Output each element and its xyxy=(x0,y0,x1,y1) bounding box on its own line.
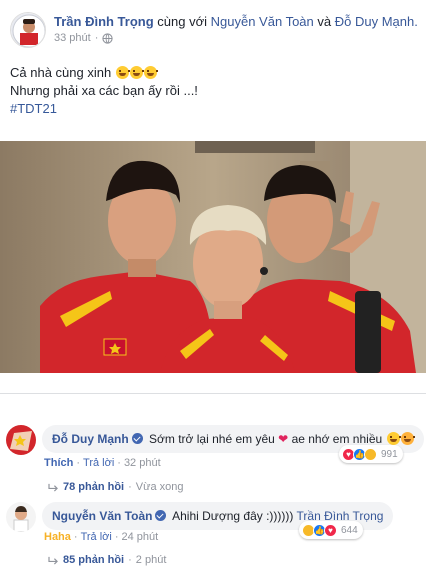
reaction-count: 644 xyxy=(341,524,358,536)
like-comment-link[interactable]: Thích xyxy=(44,457,73,469)
commenter-avatar[interactable] xyxy=(6,502,36,532)
heart-icon: ❤ xyxy=(278,432,289,446)
comment-text: Ahihi Dượng đây :)))))) xyxy=(172,509,294,523)
replies-time: 2 phút xyxy=(135,554,167,566)
post-body: Cả nhà cùng xinh Nhưng phải xa các bạn ấ… xyxy=(10,64,415,118)
love-reaction-icon: ♥ xyxy=(324,523,337,537)
replies-count[interactable]: 78 phản hồi xyxy=(63,481,124,493)
comment-actions: Haha · Trả lời · 24 phút xyxy=(44,531,158,543)
reply-arrow-icon xyxy=(48,483,58,492)
comment-text-before: Sớm trở lại nhé em yêu xyxy=(149,432,275,446)
verified-badge-icon xyxy=(155,510,167,521)
reply-arrow-icon xyxy=(48,556,58,565)
grinning-emoji-icon xyxy=(143,66,158,79)
globe-icon[interactable] xyxy=(102,32,114,44)
meta-dot: · xyxy=(94,32,99,44)
comment-actions: Thích · Trả lời · 32 phút xyxy=(44,457,161,469)
comments-divider xyxy=(0,393,426,394)
author-name[interactable]: Trần Đình Trọng xyxy=(54,14,154,29)
replies-dot: · xyxy=(128,481,132,493)
comment-text-after: ae nhớ em nhiều xyxy=(291,432,383,446)
grinning-emoji-icon xyxy=(129,66,144,79)
replies-row[interactable]: 85 phản hồi · 2 phút xyxy=(48,554,166,566)
reaction-summary[interactable]: 👍 ♥ 644 xyxy=(299,521,363,539)
sep-dot: · xyxy=(73,531,78,543)
with-text: cùng với xyxy=(157,14,208,29)
sep-dot: · xyxy=(76,457,81,469)
verified-badge-icon xyxy=(131,433,143,444)
grinning-emoji-icon xyxy=(115,66,130,79)
commenter-avatar[interactable] xyxy=(6,425,36,455)
tagged-user-2[interactable]: Đỗ Duy Mạnh. xyxy=(335,14,418,29)
comment-item: Nguyễn Văn Toàn Ahihi Dượng đây :)))))) … xyxy=(6,502,416,572)
reaction-count: 991 xyxy=(381,448,398,460)
replies-row[interactable]: 78 phản hồi · Vừa xong xyxy=(48,481,184,493)
replies-dot: · xyxy=(128,554,132,566)
post-line-1: Cả nhà cùng xinh xyxy=(10,64,415,82)
comment-time[interactable]: 24 phút xyxy=(122,531,159,543)
reply-link[interactable]: Trả lời xyxy=(83,457,114,469)
replies-time: Vừa xong xyxy=(135,481,184,493)
tagged-user-1[interactable]: Nguyễn Văn Toàn xyxy=(211,14,314,29)
post-time[interactable]: 33 phút xyxy=(54,32,91,44)
replies-count[interactable]: 85 phản hồi xyxy=(63,554,124,566)
post-meta: 33 phút · xyxy=(54,32,114,44)
post-line-1-text: Cả nhà cùng xinh xyxy=(10,65,112,80)
reply-link[interactable]: Trả lời xyxy=(81,531,112,543)
commenter-name[interactable]: Nguyễn Văn Toàn xyxy=(52,509,152,523)
reaction-summary[interactable]: ♥ 👍 991 xyxy=(339,445,403,463)
haha-comment-link[interactable]: Haha xyxy=(44,531,71,543)
post-photo[interactable] xyxy=(0,141,426,373)
sep-dot: · xyxy=(117,457,121,469)
post-hashtag[interactable]: #TDT21 xyxy=(10,100,415,118)
comment-time[interactable]: 32 phút xyxy=(124,457,161,469)
heart-eyes-emoji-icon xyxy=(386,432,401,445)
commenter-name[interactable]: Đỗ Duy Mạnh xyxy=(52,432,129,446)
author-avatar[interactable] xyxy=(10,12,46,48)
sep-dot: · xyxy=(114,531,119,543)
and-text: và xyxy=(317,14,332,29)
post-header-text: Trần Đình Trọng cùng với Nguyễn Văn Toàn… xyxy=(54,13,424,30)
haha-reaction-icon xyxy=(364,447,377,461)
post-line-2: Nhưng phải xa các bạn ấy rồi ...! xyxy=(10,83,198,98)
comment-item: Đỗ Duy Mạnh Sớm trở lại nhé em yêu ❤ ae … xyxy=(6,425,424,505)
kiss-emoji-icon xyxy=(400,432,415,445)
post-header: Trần Đình Trọng cùng với Nguyễn Văn Toàn… xyxy=(10,12,420,56)
